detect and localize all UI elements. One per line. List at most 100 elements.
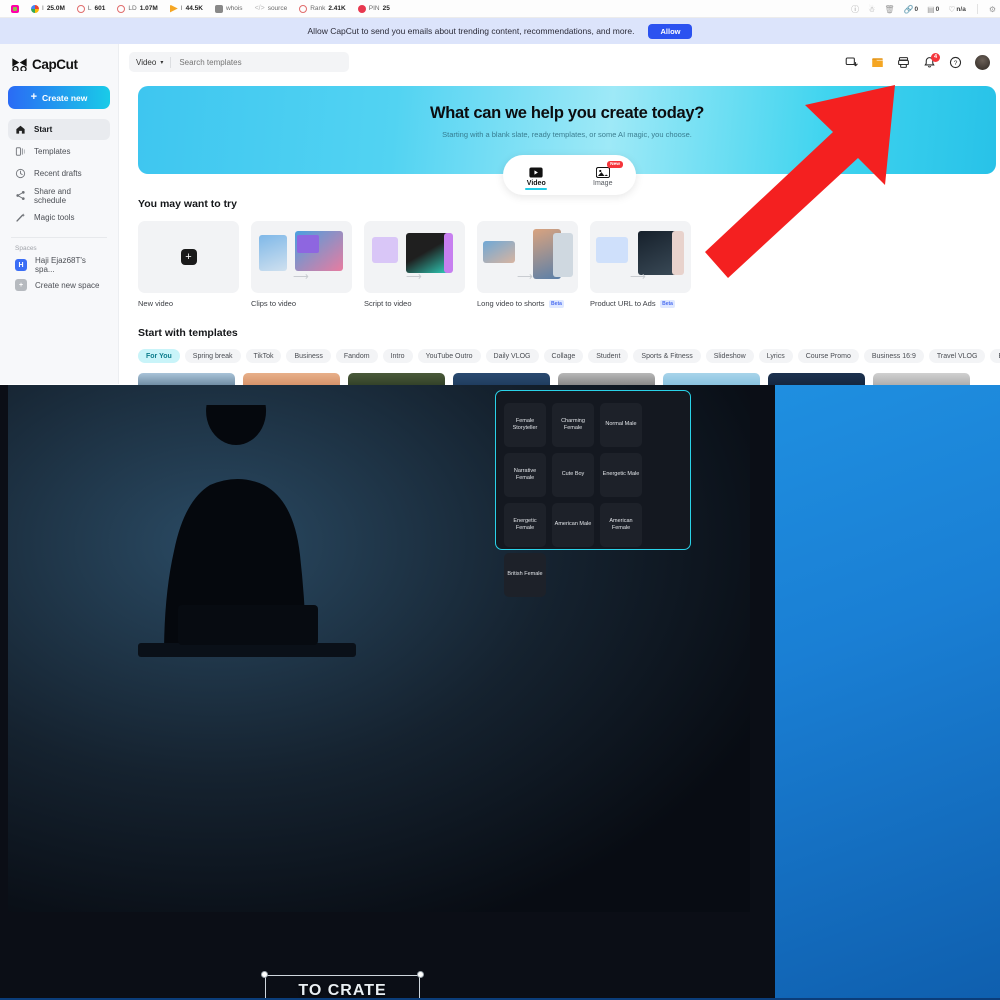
sidebar-item-label: Start bbox=[34, 125, 53, 134]
svg-text:?: ? bbox=[954, 60, 958, 67]
tab-fandom[interactable]: Fandom bbox=[335, 349, 378, 363]
try-card-label-wrap: Script to video bbox=[364, 299, 465, 308]
google-icon bbox=[31, 4, 39, 13]
voice-option[interactable]: American Male bbox=[552, 503, 594, 547]
create-new-button[interactable]: + Create new bbox=[8, 86, 110, 109]
capcut-logo-icon bbox=[12, 58, 27, 71]
try-section: You may want to try + New video ⟶ Clips … bbox=[138, 198, 996, 308]
bell-icon[interactable]: 4 bbox=[923, 52, 940, 69]
heart-count-icon[interactable]: ♡ n/a bbox=[948, 5, 966, 14]
tab-for-you[interactable]: For You bbox=[138, 349, 180, 363]
search-scope-label: Video bbox=[136, 57, 157, 67]
bookmark-item[interactable]: whois bbox=[209, 4, 249, 13]
tab-daily-vlog[interactable]: Daily VLOG bbox=[485, 349, 539, 363]
chevron-down-icon: ▾ bbox=[160, 59, 164, 66]
tab-youtube-outro[interactable]: YouTube Outro bbox=[417, 349, 481, 363]
tab-sports-fitness[interactable]: Sports & Fitness bbox=[633, 349, 701, 363]
tab-business-16-9[interactable]: Business 16:9 bbox=[863, 349, 924, 363]
sidebar-item-templates[interactable]: Templates bbox=[8, 141, 110, 162]
canvas-text-value: TO CRATE bbox=[265, 975, 420, 1000]
voice-option[interactable]: Normal Male bbox=[600, 403, 642, 447]
sidebar-item-recent-drafts[interactable]: Recent drafts bbox=[8, 163, 110, 184]
plus-icon: + bbox=[30, 91, 38, 103]
avatar[interactable] bbox=[975, 54, 990, 70]
voice-option[interactable]: Narrative Female bbox=[504, 453, 546, 497]
app-header: Video ▾ 4 ? bbox=[119, 44, 1000, 80]
tab-slideshow[interactable]: Slideshow bbox=[705, 349, 754, 363]
trash-icon[interactable]: 🗑 bbox=[884, 5, 894, 14]
try-card-script-to-video[interactable]: ⟶ Script to video bbox=[364, 221, 465, 308]
bookmark-item[interactable]: LD 1.07M bbox=[111, 4, 163, 13]
voice-option[interactable]: Energetic Female bbox=[504, 503, 546, 547]
tab-effects[interactable]: Effects bbox=[990, 349, 1000, 363]
tab-course-promo[interactable]: Course Promo bbox=[797, 349, 859, 363]
resize-handle-tl[interactable] bbox=[261, 971, 268, 978]
try-card-thumbnail: ⟶ bbox=[590, 221, 691, 293]
space-item-user[interactable]: H Haji Ejaz68T's spa... bbox=[8, 255, 110, 275]
thumb-script-chip bbox=[372, 237, 398, 263]
folder-icon[interactable] bbox=[871, 56, 884, 69]
header-actions: 4 ? bbox=[845, 52, 990, 70]
sidebar-item-magic-tools[interactable]: Magic tools bbox=[8, 207, 110, 228]
help-icon[interactable]: ? bbox=[949, 56, 962, 69]
share-icon bbox=[15, 190, 26, 201]
try-card-clips-to-video[interactable]: ⟶ Clips to video bbox=[251, 221, 352, 308]
resize-handle-tr[interactable] bbox=[417, 971, 424, 978]
allow-button[interactable]: Allow bbox=[648, 23, 693, 39]
heart-count-value: n/a bbox=[956, 5, 966, 13]
editor-canvas: Female Storyteller Charming Female Norma… bbox=[8, 385, 750, 912]
bookmark-label: LD bbox=[128, 5, 137, 12]
tab-intro[interactable]: Intro bbox=[382, 349, 413, 363]
beta-badge: Beta bbox=[659, 299, 676, 308]
voice-option[interactable]: Cute Boy bbox=[552, 453, 594, 497]
space-label: Create new space bbox=[35, 280, 100, 290]
sidebar-item-start[interactable]: Start bbox=[8, 119, 110, 140]
try-card-product-url-to-ads[interactable]: ⟶ Product URL to Ads Beta bbox=[590, 221, 691, 308]
link-count-icon[interactable]: 🔗 0 bbox=[903, 5, 918, 14]
sidebar-item-share-and-schedule[interactable]: Share and schedule bbox=[8, 185, 110, 206]
info-icon[interactable]: ⓘ bbox=[851, 4, 859, 15]
voice-option[interactable]: Energetic Male bbox=[600, 453, 642, 497]
bookmark-item[interactable]: Rank 2.41K bbox=[293, 4, 352, 13]
search-scope-dropdown[interactable]: Video ▾ bbox=[129, 58, 170, 67]
bookmark-item[interactable]: L 601 bbox=[71, 4, 111, 13]
voice-option[interactable]: American Female bbox=[600, 503, 642, 547]
bookmark-item[interactable]: PIN 25 bbox=[352, 4, 396, 13]
archive-icon[interactable] bbox=[897, 56, 910, 69]
try-card-long-video-to-shorts[interactable]: ⟶ Long video to shorts Beta bbox=[477, 221, 578, 308]
tab-business[interactable]: Business bbox=[286, 349, 331, 363]
tab-student[interactable]: Student bbox=[588, 349, 629, 363]
plus-icon: + bbox=[180, 249, 197, 265]
thumb-ad-side bbox=[672, 231, 684, 275]
shield-icon[interactable]: ☃ bbox=[868, 5, 875, 14]
plus-icon: + bbox=[15, 279, 27, 291]
tab-image[interactable]: Image New bbox=[570, 161, 637, 187]
settings-icon[interactable]: ⚙ bbox=[989, 5, 996, 14]
magic-wand-icon bbox=[15, 212, 26, 223]
voice-option[interactable]: Female Storyteller bbox=[504, 403, 546, 447]
tab-video[interactable]: Video bbox=[503, 163, 570, 190]
voice-option[interactable]: British Female bbox=[504, 553, 546, 597]
canvas-text-element[interactable]: TO CRATE bbox=[261, 971, 424, 1000]
search-bar: Video ▾ bbox=[129, 52, 349, 72]
try-card-new-video[interactable]: + New video bbox=[138, 221, 239, 308]
tab-collage[interactable]: Collage bbox=[543, 349, 584, 363]
tab-tiktok[interactable]: TikTok bbox=[245, 349, 282, 363]
bookmark-item[interactable]: </> source bbox=[249, 5, 294, 12]
bookmark-item[interactable]: I 44.5K bbox=[164, 4, 209, 13]
bookmark-item[interactable]: I 25.0M bbox=[25, 4, 71, 13]
try-card-label: Long video to shorts bbox=[477, 299, 545, 308]
play-icon bbox=[169, 4, 178, 13]
search-input[interactable] bbox=[171, 57, 349, 67]
brand-logo[interactable]: CapCut bbox=[8, 52, 110, 72]
tab-spring-break[interactable]: Spring break bbox=[184, 349, 241, 363]
space-item-create-new[interactable]: + Create new space bbox=[8, 275, 110, 295]
bookmark-item[interactable] bbox=[5, 4, 25, 13]
tab-travel-vlog[interactable]: Travel VLOG bbox=[928, 349, 986, 363]
thumb-side-strip bbox=[444, 233, 453, 273]
page-count-icon[interactable]: ▤ 0 bbox=[927, 5, 939, 14]
tab-lyrics[interactable]: Lyrics bbox=[758, 349, 793, 363]
desktop-download-icon[interactable] bbox=[845, 56, 858, 69]
voice-option[interactable]: Charming Female bbox=[552, 403, 594, 447]
tab-video-label: Video bbox=[526, 180, 546, 187]
